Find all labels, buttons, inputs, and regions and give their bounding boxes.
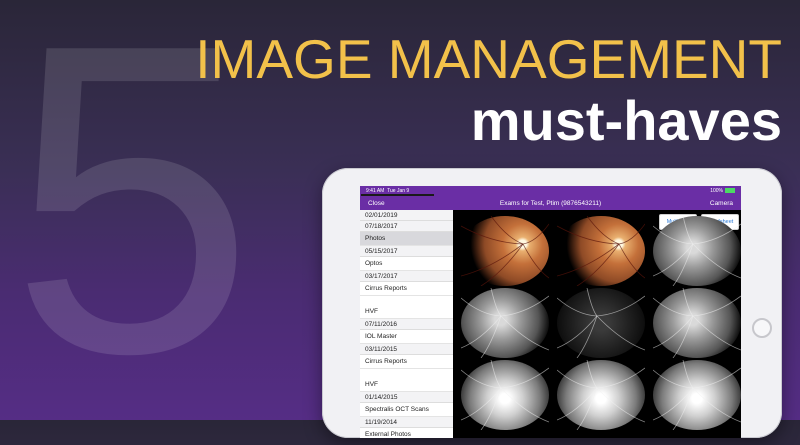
exam-date-header: 05/15/2017 (360, 246, 453, 257)
exam-date-header: 02/01/2019 (360, 210, 453, 221)
exam-item[interactable]: External Photos (360, 428, 453, 438)
exam-item[interactable]: Optos (360, 257, 453, 271)
exam-item[interactable]: Spectralis OCT Scans (360, 403, 453, 417)
exam-date-header: 07/11/2016 (360, 319, 453, 330)
sidebar-spacer (360, 296, 453, 305)
nav-title: Exams for Test, Ptim (9876543211) (499, 199, 602, 207)
home-button[interactable] (752, 318, 772, 338)
retina-image-thumbnail[interactable] (557, 288, 645, 358)
exam-item[interactable]: HVF (360, 378, 453, 392)
retina-image-thumbnail[interactable] (653, 216, 741, 286)
tablet-device: 9:41 AM Tue Jan 9 100% New features you … (322, 168, 782, 438)
exam-date-header: 11/19/2014 (360, 417, 453, 428)
retina-image-thumbnail[interactable] (653, 288, 741, 358)
exam-item[interactable]: Cirrus Reports (360, 282, 453, 296)
retina-image-thumbnail[interactable] (557, 216, 645, 286)
close-button[interactable]: Close (368, 200, 385, 207)
nav-bar: Close Exams for Test, Ptim (9876543211) … (360, 196, 741, 210)
headline-line1: IMAGE MANAGEMENT (195, 28, 782, 90)
retina-image-thumbnail[interactable] (461, 216, 549, 286)
sidebar-spacer (360, 369, 453, 378)
exam-date-header: 03/17/2017 (360, 271, 453, 282)
battery-percent: 100% (710, 188, 723, 194)
exam-item[interactable]: Photos (360, 232, 453, 246)
status-right: 100% (710, 188, 735, 194)
exam-date-header: 01/14/2015 (360, 392, 453, 403)
exam-item[interactable]: IOL Master (360, 330, 453, 344)
headline: IMAGE MANAGEMENT must-haves (195, 28, 782, 152)
exam-date-header: 07/18/2017 (360, 221, 453, 232)
camera-button[interactable]: Camera (710, 200, 733, 207)
exam-date-header: 03/11/2015 (360, 344, 453, 355)
exam-item[interactable]: HVF (360, 305, 453, 319)
headline-line2: must-haves (470, 89, 782, 152)
tablet-screen: 9:41 AM Tue Jan 9 100% New features you … (360, 186, 741, 438)
battery-icon (725, 188, 735, 194)
exam-sidebar: 02/01/2019 07/18/2017 Photos 05/15/2017 Opto… (360, 210, 453, 438)
exam-item[interactable]: Cirrus Reports (360, 355, 453, 369)
image-grid: Multiview Proofsheet (453, 210, 741, 438)
retina-image-thumbnail[interactable] (461, 288, 549, 358)
